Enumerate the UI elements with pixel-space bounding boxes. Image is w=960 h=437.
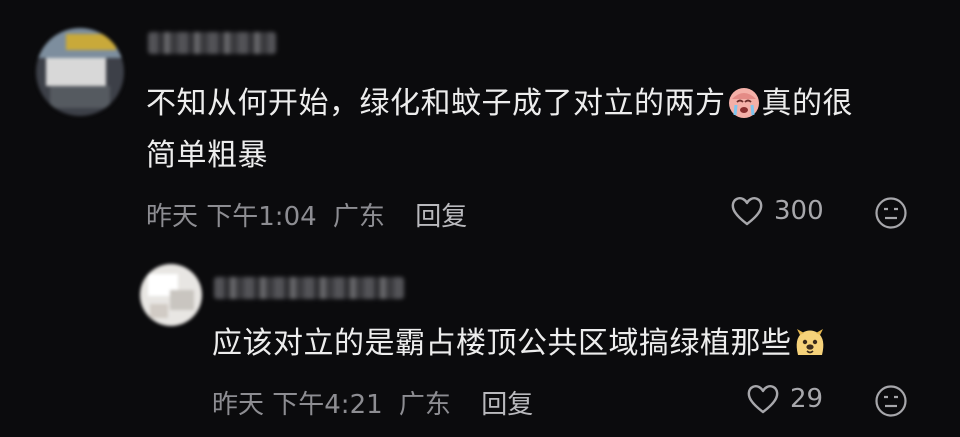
reply-button[interactable]: 回复 (415, 202, 467, 232)
like-count: 29 (790, 384, 824, 414)
like-button[interactable]: 300 (730, 195, 824, 227)
like-count: 300 (774, 196, 824, 226)
comment-time: 昨天 下午1:04 (146, 202, 317, 232)
like-button[interactable]: 29 (746, 383, 823, 415)
neutral-face-icon[interactable] (874, 384, 908, 418)
comment-location: 广东 (332, 202, 385, 232)
neutral-face-icon[interactable] (874, 196, 908, 230)
comment-meta: 昨天 下午4:21 广东 回复 (212, 384, 533, 421)
crying-face-emoji (726, 85, 762, 134)
heart-icon (730, 195, 764, 227)
username-blurred[interactable] (148, 32, 276, 54)
comment-text: 不知从何开始，绿化和蚊子成了对立的两方 真的很 (146, 80, 926, 134)
comment-time: 昨天 下午4:21 (212, 390, 383, 420)
username-blurred[interactable] (214, 277, 404, 299)
comment-location: 广东 (398, 390, 451, 420)
comment-text: 应该对立的是霸占楼顶公共区域搞绿植那些 (212, 320, 912, 374)
avatar[interactable] (36, 28, 124, 116)
avatar[interactable] (140, 264, 202, 326)
heart-icon (746, 383, 780, 415)
dog-face-emoji (792, 325, 828, 374)
comment-text-line2: 简单粗暴 (146, 138, 268, 173)
reply-button[interactable]: 回复 (481, 390, 533, 420)
comment-meta: 昨天 下午1:04 广东 回复 (146, 196, 467, 233)
